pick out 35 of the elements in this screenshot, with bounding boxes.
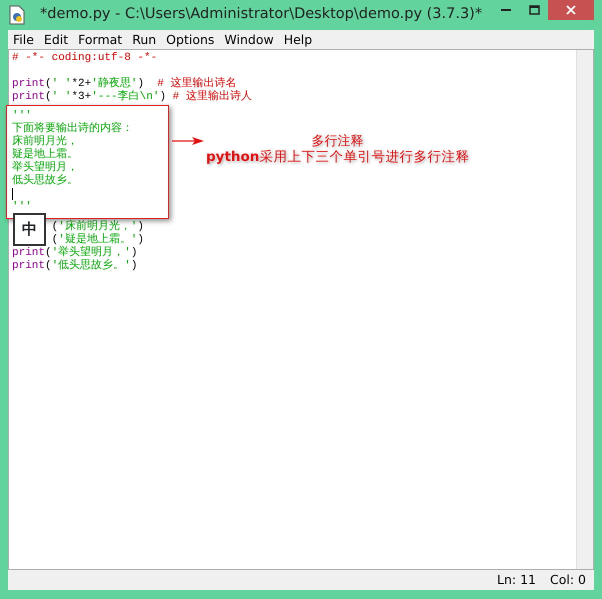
window-title: *demo.py - C:\Users\Administrator\Desktop\demo.py (3.7.3)* — [40, 5, 482, 24]
annotation-title: 多行注释 — [312, 134, 364, 149]
input-method-indicator[interactable]: 中 — [13, 213, 46, 246]
comment-line: 下面将要输出诗的内容： — [12, 123, 133, 135]
code-line: ('床前明月光，') — [52, 221, 144, 233]
menu-item[interactable]: Options — [161, 30, 220, 49]
code-line: # -*- coding:utf-8 -*- — [12, 52, 158, 65]
line-number-status: Ln: 11 — [497, 571, 536, 589]
arrow — [172, 136, 206, 146]
python-file-icon — [8, 5, 26, 25]
menu-item[interactable]: File — [8, 30, 39, 49]
comment-line: 疑是地上霜。 — [12, 149, 78, 161]
code-line: print(' '*2+'静夜思') # 这里输出诗名 — [12, 78, 236, 90]
code-line: ('疑是地上霜。') — [52, 234, 144, 246]
menu-item[interactable]: Edit — [38, 30, 74, 49]
comment-line: 低头思故乡。 — [12, 175, 78, 187]
maximize-icon — [528, 5, 540, 15]
code-line: print('低头思故乡。') — [12, 260, 138, 273]
text-cursor — [12, 188, 13, 200]
comment-line: 床前明月光， — [12, 136, 78, 148]
code-line: print('举头望明月，') — [12, 247, 138, 259]
menu-item[interactable]: Help — [278, 30, 318, 49]
menu-item[interactable]: Format — [73, 30, 128, 49]
comment-line: ''' — [12, 201, 32, 213]
code-line: print(' '*3+'---李白\n') # 这里输出诗人 — [12, 91, 252, 104]
menu-item[interactable]: Window — [219, 30, 279, 49]
column-number-status: Col: 0 — [550, 571, 586, 589]
minimize-icon — [501, 9, 511, 11]
annotation-text: python采用上下三个单引号进行多行注释 — [206, 149, 470, 166]
close-icon — [566, 5, 576, 15]
comment-line: 举头望明月， — [12, 162, 78, 174]
scrollbar[interactable] — [576, 50, 593, 569]
comment-line: ''' — [12, 110, 32, 122]
close-button[interactable] — [548, 0, 594, 20]
menu-item[interactable]: Run — [127, 30, 162, 49]
